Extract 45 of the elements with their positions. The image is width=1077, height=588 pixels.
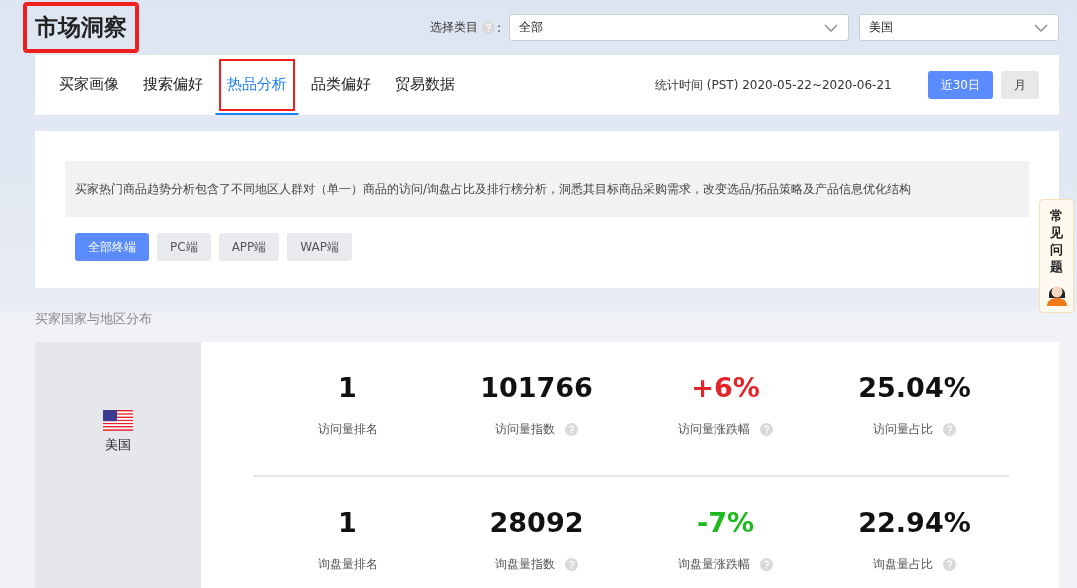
help-icon[interactable] — [565, 423, 578, 436]
category-select[interactable]: 全部 — [509, 14, 849, 41]
tab[interactable]: 搜索偏好 — [131, 55, 215, 115]
metric-value: 101766 — [480, 372, 593, 403]
chevron-down-icon — [824, 23, 838, 32]
help-icon[interactable] — [481, 21, 495, 34]
section-title: 买家国家与地区分布 — [35, 310, 153, 328]
terminal-button[interactable]: PC端 — [157, 233, 211, 261]
metric-label: 访问量指数 — [495, 421, 555, 438]
tab[interactable]: 品类偏好 — [299, 55, 383, 115]
tab[interactable]: 买家画像 — [47, 55, 131, 115]
region-name: 美国 — [105, 436, 131, 454]
stat-period: 统计时间 (PST) 2020-05-22~2020-06-21 — [655, 76, 892, 94]
page-title: 市场洞察 — [25, 4, 137, 51]
help-icon[interactable] — [760, 558, 773, 571]
help-icon[interactable] — [943, 558, 956, 571]
colon-text: : — [496, 20, 501, 35]
tab[interactable]: 贸易数据 — [383, 55, 467, 115]
terminal-button[interactable]: APP端 — [218, 233, 280, 261]
help-icon[interactable] — [943, 423, 956, 436]
description: 买家热门商品趋势分析包含了不同地区人群对（单一）商品的访问/询盘占比及排行榜分析，洞悉其目标商品采购需求，改变选品/拓品策略及产品信息优化结构 — [65, 161, 1029, 217]
metric-label: 询盘量排名 — [317, 556, 378, 573]
chevron-down-icon — [1034, 23, 1048, 32]
flag-icon — [103, 410, 133, 432]
category-label: 选择类目 — [429, 19, 478, 36]
metric-label: 询盘量占比 — [873, 556, 933, 573]
metric-label: 访问量涨跌幅 — [678, 421, 750, 438]
metric-value: 1 — [338, 507, 357, 538]
terminal-button[interactable]: WAP端 — [287, 233, 352, 261]
help-icon[interactable] — [760, 423, 773, 436]
metric-value: +6% — [691, 372, 760, 403]
help-icon[interactable] — [565, 558, 578, 571]
tab[interactable]: 热品分析 — [215, 55, 299, 115]
metric-label: 询盘量涨跌幅 — [678, 556, 750, 573]
metric-label: 访问量占比 — [873, 421, 933, 438]
country-select[interactable]: 美国 — [859, 14, 1059, 41]
period-button[interactable]: 月 — [1001, 71, 1039, 99]
metric-value: 1 — [338, 372, 357, 403]
metric-value: 22.94% — [858, 507, 971, 538]
metric-value: -7% — [696, 507, 754, 538]
metric-value: 25.04% — [858, 372, 971, 403]
metric-label: 询盘量指数 — [495, 556, 555, 573]
metric-value: 28092 — [489, 507, 584, 538]
faq-widget[interactable]: 常见问题 — [1039, 199, 1074, 313]
metric-label: 访问量排名 — [317, 421, 378, 438]
